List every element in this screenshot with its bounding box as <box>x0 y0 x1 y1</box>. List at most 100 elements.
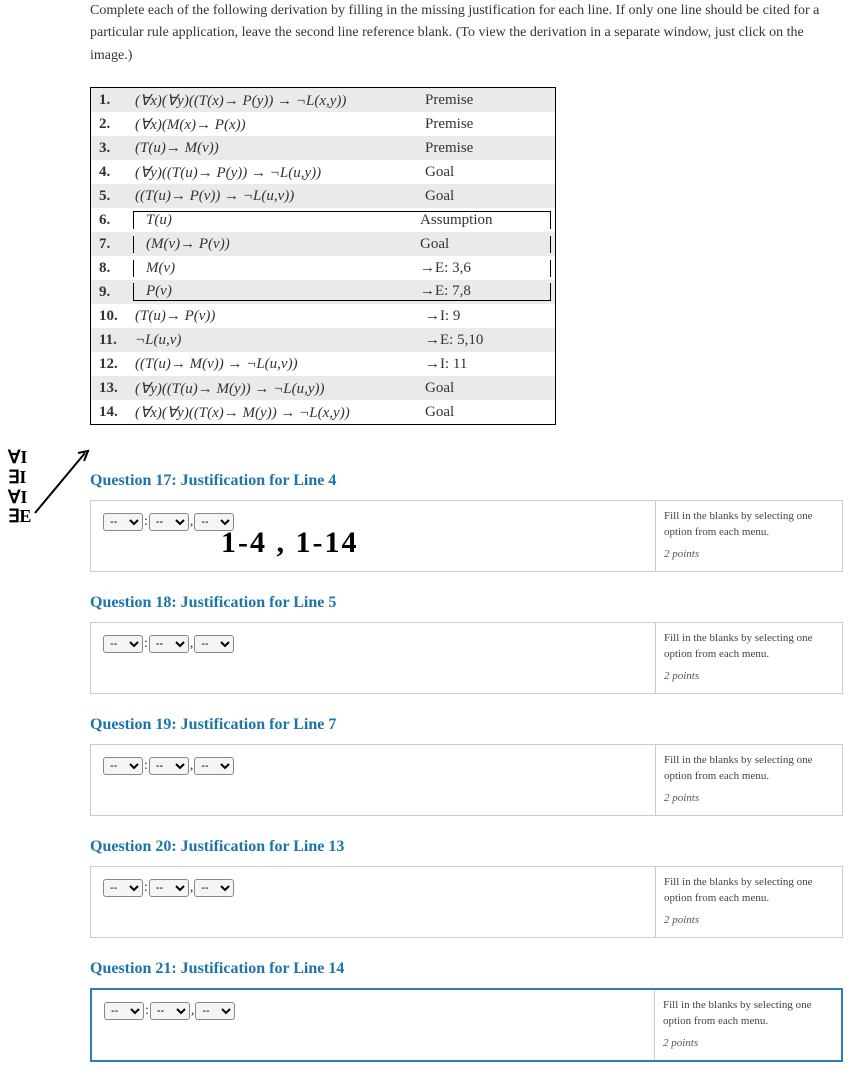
row-justification: →E: 7,8 <box>420 283 551 301</box>
row-formula: (∀x)(∀y)((T(x)→ M(y)) → ¬L(x,y)) <box>129 403 425 422</box>
comma-separator: , <box>190 514 194 529</box>
row-number: 10. <box>91 308 129 325</box>
row-number: 14. <box>91 404 129 421</box>
question-input-area: --:--,-- <box>91 867 655 937</box>
row-justification: Premise <box>425 140 555 157</box>
handwritten-answer: 1-4 , 1-14 <box>221 526 358 560</box>
question-title: Question 17: Justification for Line 4 <box>90 472 843 490</box>
question-hint-panel: Fill in the blanks by selecting one opti… <box>655 623 842 693</box>
question-hint-panel: Fill in the blanks by selecting one opti… <box>655 501 842 571</box>
comma-separator: , <box>190 636 194 651</box>
points-text: 2 points <box>664 914 834 926</box>
row-formula: (∀x)(∀y)((T(x)→ P(y)) → ¬L(x,y)) <box>129 91 425 110</box>
row-formula: (T(u)→ M(v)) <box>129 140 425 157</box>
derivation-row: 10.(T(u)→ P(v))→I: 9 <box>91 304 555 328</box>
colon-separator: : <box>145 1003 149 1018</box>
hint-text: Fill in the blanks by selecting one opti… <box>664 753 834 784</box>
derivation-row: 1.(∀x)(∀y)((T(x)→ P(y)) → ¬L(x,y))Premis… <box>91 88 555 112</box>
points-text: 2 points <box>664 670 834 682</box>
derivation-row: 6.T(u)Assumption <box>91 208 555 232</box>
row-number: 11. <box>91 332 129 349</box>
question-input-area: --:--,-- <box>92 990 654 1060</box>
row-number: 5. <box>91 188 129 205</box>
row-justification: →I: 9 <box>425 308 555 325</box>
row-number: 4. <box>91 164 129 181</box>
derivation-row: 14.(∀x)(∀y)((T(x)→ M(y)) → ¬L(x,y))Goal <box>91 400 555 424</box>
rule-select[interactable]: -- <box>103 635 143 653</box>
derivation-row: 9.P(v)→E: 7,8 <box>91 280 555 304</box>
row-formula: (T(u)→ P(v)) <box>129 308 425 325</box>
row-number: 12. <box>91 356 129 373</box>
row-justification: →I: 11 <box>425 356 555 373</box>
question-box: --:--,--Fill in the blanks by selecting … <box>90 866 843 938</box>
comma-separator: , <box>191 1003 195 1018</box>
hint-text: Fill in the blanks by selecting one opti… <box>663 998 833 1029</box>
derivation-table[interactable]: 1.(∀x)(∀y)((T(x)→ P(y)) → ¬L(x,y))Premis… <box>90 87 556 425</box>
question-title: Question 21: Justification for Line 14 <box>90 960 843 978</box>
question-box: --:--,--Fill in the blanks by selecting … <box>90 744 843 816</box>
colon-separator: : <box>144 636 148 651</box>
line-ref-1-select[interactable]: -- <box>149 879 189 897</box>
question-input-area: --:--,--1-4 , 1-14 <box>91 501 655 571</box>
derivation-row: 4.(∀y)((T(u)→ P(y)) → ¬L(u,y))Goal <box>91 160 555 184</box>
row-formula: (M(v)→ P(v)) <box>133 236 420 253</box>
row-justification: Goal <box>425 404 555 421</box>
derivation-row: 7.(M(v)→ P(v))Goal <box>91 232 555 256</box>
row-justification: Goal <box>420 236 551 253</box>
question-title: Question 19: Justification for Line 7 <box>90 716 843 734</box>
question-title: Question 18: Justification for Line 5 <box>90 594 843 612</box>
colon-separator: : <box>144 880 148 895</box>
row-number: 6. <box>91 212 129 229</box>
line-ref-1-select[interactable]: -- <box>149 513 189 531</box>
derivation-row: 5.((T(u)→ P(v)) → ¬L(u,v))Goal <box>91 184 555 208</box>
row-formula: (∀y)((T(u)→ P(y)) → ¬L(u,y)) <box>129 163 425 182</box>
row-formula: M(v) <box>133 260 420 277</box>
comma-separator: , <box>190 758 194 773</box>
row-number: 9. <box>91 284 129 301</box>
question-input-area: --:--,-- <box>91 623 655 693</box>
row-formula: (∀y)((T(u)→ M(y)) → ¬L(u,y)) <box>129 379 425 398</box>
question-box: --:--,--Fill in the blanks by selecting … <box>90 622 843 694</box>
line-ref-1-select[interactable]: -- <box>149 635 189 653</box>
row-justification: Goal <box>425 188 555 205</box>
derivation-row: 11.¬L(u,v)→E: 5,10 <box>91 328 555 352</box>
rule-select[interactable]: -- <box>104 1002 144 1020</box>
row-number: 13. <box>91 380 129 397</box>
row-number: 3. <box>91 140 129 157</box>
row-formula: P(v) <box>133 283 420 301</box>
line-ref-2-select[interactable]: -- <box>194 879 234 897</box>
row-number: 7. <box>91 236 129 253</box>
derivation-row: 12.((T(u)→ M(v)) → ¬L(u,v))→I: 11 <box>91 352 555 376</box>
derivation-row: 13.(∀y)((T(u)→ M(y)) → ¬L(u,y))Goal <box>91 376 555 400</box>
line-ref-2-select[interactable]: -- <box>194 635 234 653</box>
derivation-row: 8.M(v)→E: 3,6 <box>91 256 555 280</box>
row-justification: Goal <box>425 164 555 181</box>
points-text: 2 points <box>663 1037 833 1049</box>
row-formula: ((T(u)→ M(v)) → ¬L(u,v)) <box>129 356 425 373</box>
row-number: 2. <box>91 116 129 133</box>
question-hint-panel: Fill in the blanks by selecting one opti… <box>655 867 842 937</box>
line-ref-2-select[interactable]: -- <box>194 757 234 775</box>
line-ref-1-select[interactable]: -- <box>149 757 189 775</box>
question-box: --:--,--1-4 , 1-14Fill in the blanks by … <box>90 500 843 572</box>
rule-select[interactable]: -- <box>103 513 143 531</box>
row-number: 1. <box>91 92 129 109</box>
row-formula: T(u) <box>133 211 420 229</box>
line-ref-1-select[interactable]: -- <box>150 1002 190 1020</box>
row-formula: ¬L(u,v) <box>129 332 425 349</box>
rule-select[interactable]: -- <box>103 757 143 775</box>
points-text: 2 points <box>664 792 834 804</box>
comma-separator: , <box>190 880 194 895</box>
rule-select[interactable]: -- <box>103 879 143 897</box>
row-justification: →E: 5,10 <box>425 332 555 349</box>
colon-separator: : <box>144 514 148 529</box>
question-hint-panel: Fill in the blanks by selecting one opti… <box>655 745 842 815</box>
row-formula: (∀x)(M(x)→ P(x)) <box>129 115 425 134</box>
hint-text: Fill in the blanks by selecting one opti… <box>664 509 834 540</box>
row-justification: →E: 3,6 <box>420 260 551 277</box>
line-ref-2-select[interactable]: -- <box>195 1002 235 1020</box>
row-justification: Premise <box>425 116 555 133</box>
question-box: --:--,--Fill in the blanks by selecting … <box>90 988 843 1062</box>
row-justification: Goal <box>425 380 555 397</box>
row-justification: Assumption <box>420 211 551 229</box>
